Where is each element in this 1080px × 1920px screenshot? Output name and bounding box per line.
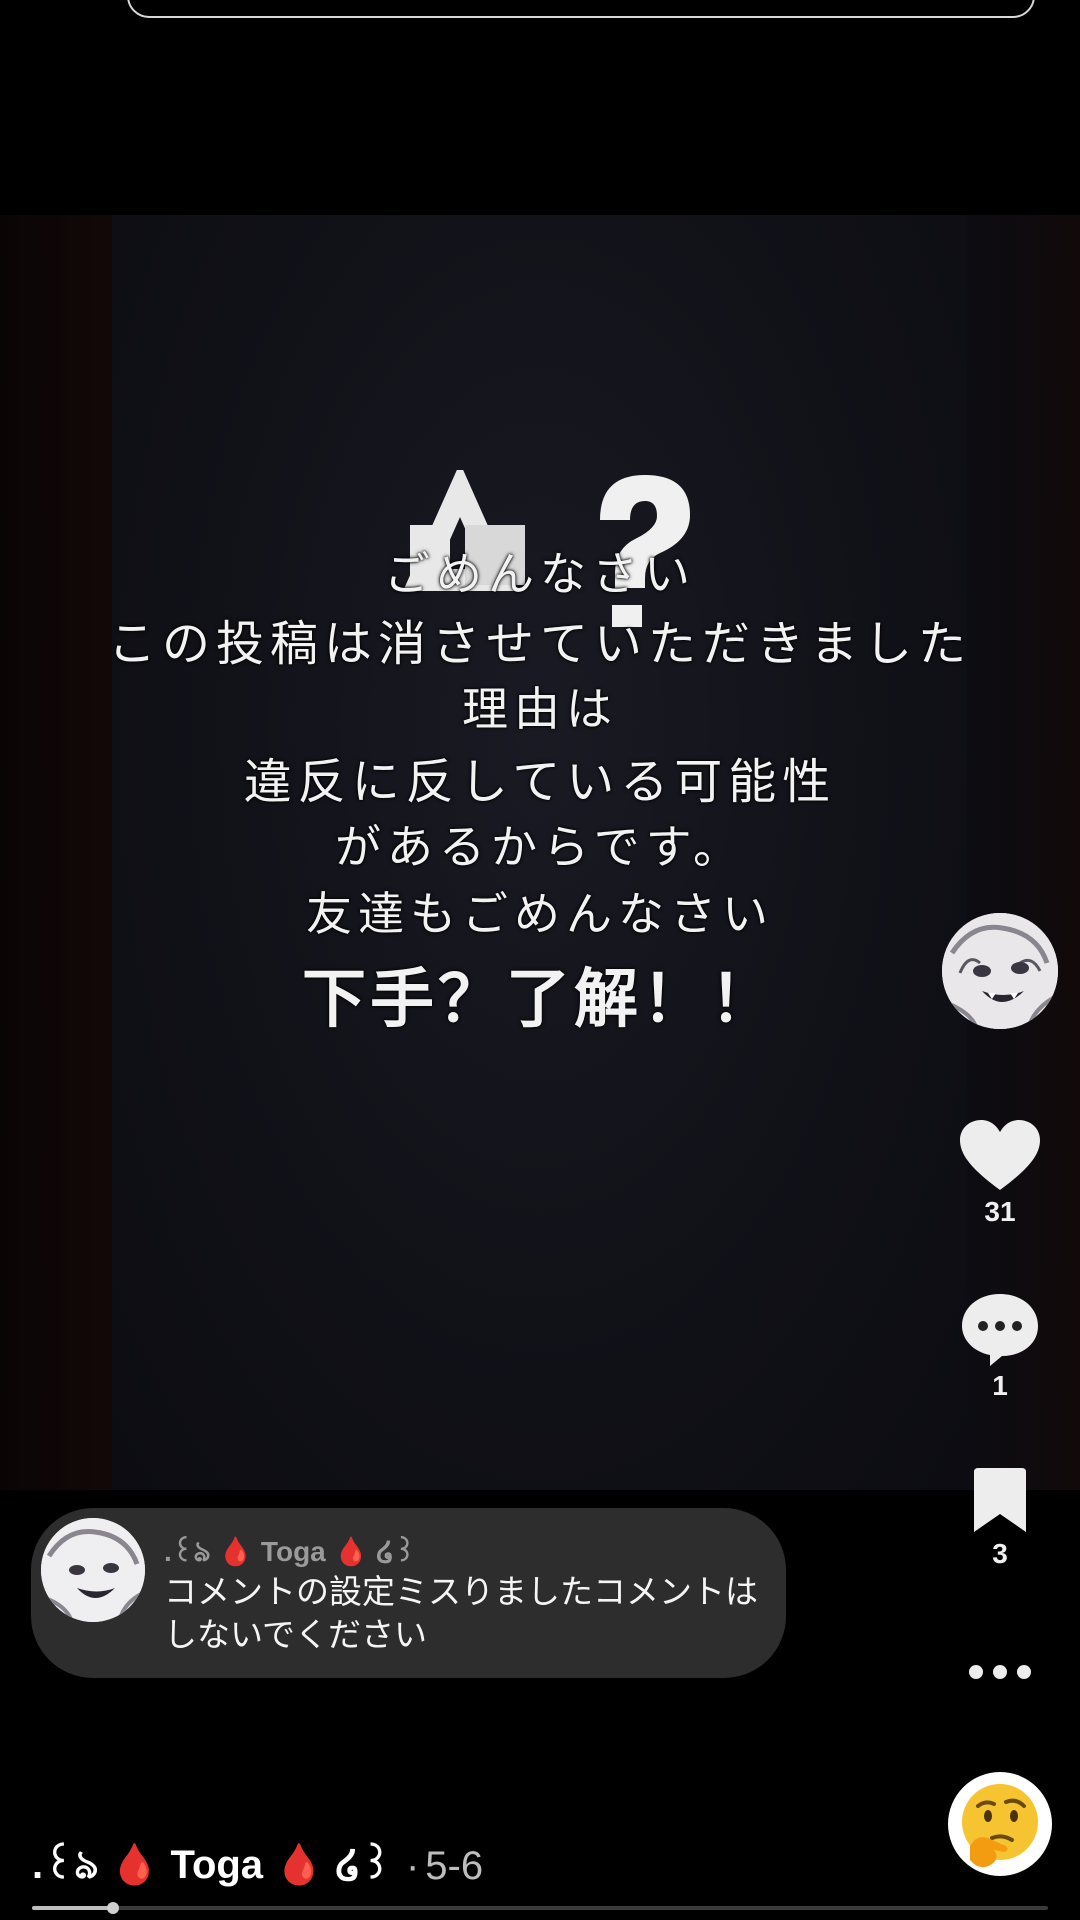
caption-line-1: ごめんなさい <box>384 547 696 601</box>
playback-progress-fill <box>32 1906 114 1910</box>
caption-line-3: 理由は <box>462 682 618 736</box>
caption-line-2: この投稿は消させていただきました <box>107 616 972 672</box>
save-count: 3 <box>992 1538 1008 1569</box>
comment-text: コメントの設定ミスりましたコメントはしないでください <box>164 1572 758 1654</box>
comment-button[interactable]: 1 <box>955 1292 1045 1402</box>
post-author-username[interactable]: .꒰ঌ 🩸 Toga 🩸 ໒꒱ <box>32 1833 392 1900</box>
more-dots-icon <box>969 1665 1031 1679</box>
caption-line-7: 下手？了解！！ <box>302 963 778 1037</box>
post-author-row[interactable]: .꒰ঌ 🩸 Toga 🩸 ໒꒱ · 5-6 <box>32 1833 483 1900</box>
more-options-button[interactable] <box>955 1662 1045 1686</box>
bookmark-icon <box>974 1468 1026 1532</box>
meta-separator: · <box>405 1844 420 1888</box>
post-date: 5-6 <box>425 1844 484 1888</box>
playback-scrubber[interactable] <box>107 1902 120 1914</box>
search-bar[interactable] <box>127 0 1035 18</box>
caption-line-5: があるからです。 <box>334 820 746 874</box>
caption-line-6: 友達もごめんなさい <box>306 887 774 941</box>
thinking-emoji-icon <box>962 1784 1038 1868</box>
comment-count: 1 <box>992 1370 1008 1401</box>
comment-avatar[interactable] <box>41 1518 145 1622</box>
heart-icon <box>960 1120 1040 1190</box>
playback-progress-bar[interactable] <box>32 1902 1048 1914</box>
reaction-button[interactable] <box>948 1772 1052 1876</box>
comment-bubble-icon <box>962 1294 1038 1366</box>
like-button[interactable]: 31 <box>955 1120 1045 1228</box>
caption-line-4: 違反に反している可能性 <box>243 754 837 810</box>
pinned-comment[interactable]: .꒰ঌ 🩸 Toga 🩸 ໒꒱ コメントの設定ミスりましたコメントはしないでくだ… <box>31 1508 786 1678</box>
like-count: 31 <box>984 1196 1016 1227</box>
avatar-image <box>942 913 1058 1029</box>
save-button[interactable]: 3 <box>955 1468 1045 1570</box>
comment-avatar-image <box>41 1518 145 1622</box>
creator-avatar[interactable] <box>942 913 1058 1029</box>
